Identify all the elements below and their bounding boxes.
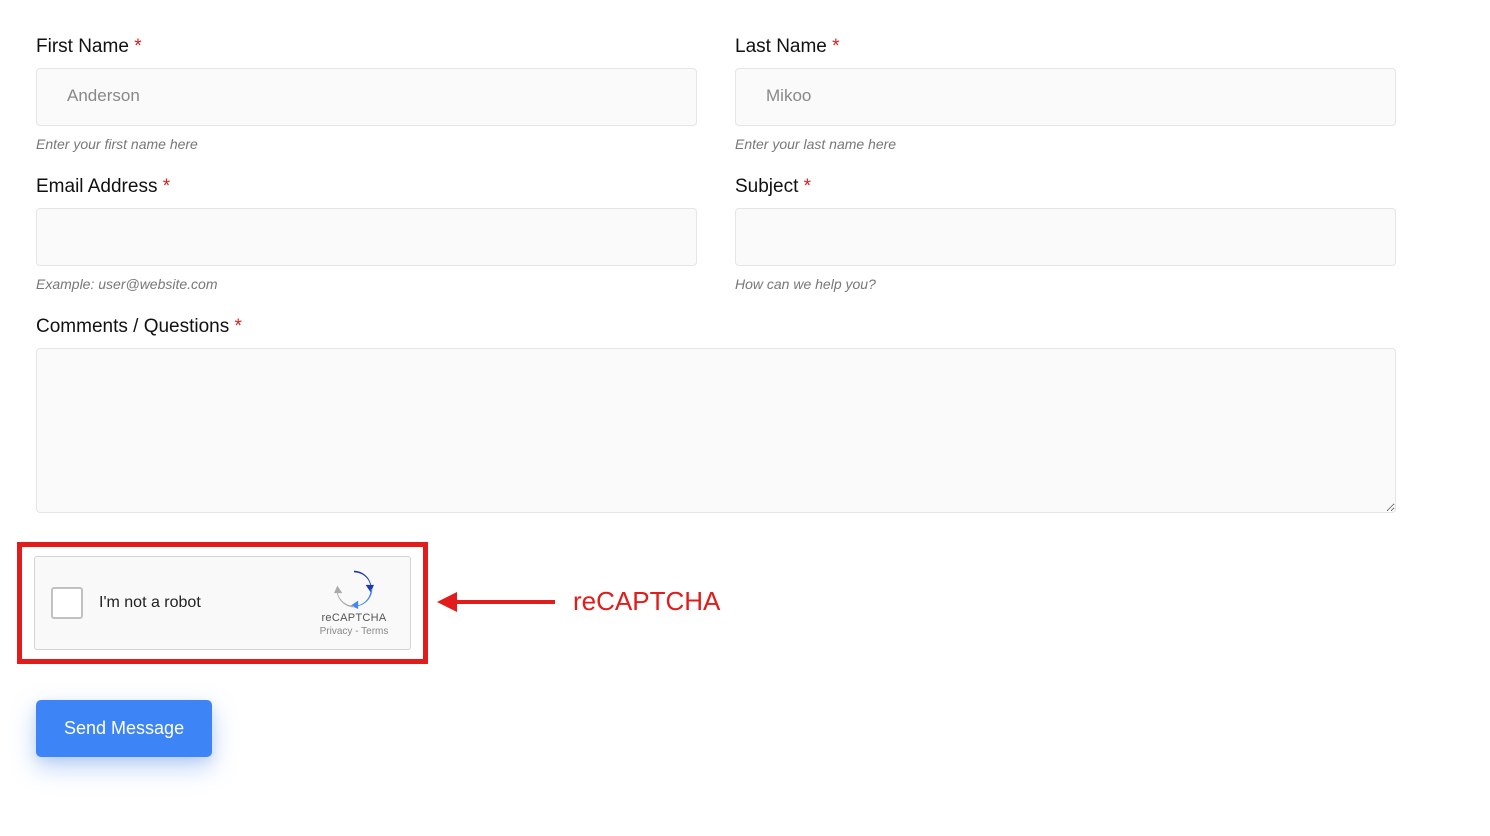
annotation-text: reCAPTCHA [573,586,720,617]
subject-label-text: Subject [735,176,798,197]
recaptcha-privacy-link[interactable]: Privacy [320,626,353,637]
last-name-input[interactable] [735,68,1396,126]
field-last-name: Last Name * Enter your last name here [735,36,1396,152]
recaptcha-widget: I'm not a robot reCAPTCHA Privacy - Term… [34,556,411,650]
email-label-text: Email Address [36,176,157,197]
contact-form: First Name * Enter your first name here … [36,36,1396,757]
first-name-input[interactable] [36,68,697,126]
subject-input[interactable] [735,208,1396,266]
recaptcha-label: I'm not a robot [99,594,314,612]
required-asterisk: * [235,316,242,337]
send-message-button[interactable]: Send Message [36,700,212,757]
recaptcha-branding: reCAPTCHA Privacy - Terms [314,569,394,637]
required-asterisk: * [134,36,141,57]
recaptcha-brand-text: reCAPTCHA [321,612,386,624]
last-name-help: Enter your last name here [735,136,1396,152]
required-asterisk: * [163,176,170,197]
first-name-label-text: First Name [36,36,129,57]
last-name-label: Last Name * [735,36,1396,58]
comments-label: Comments / Questions * [36,316,1396,338]
last-name-label-text: Last Name [735,36,827,57]
field-subject: Subject * How can we help you? [735,176,1396,292]
recaptcha-links: Privacy - Terms [320,626,389,637]
recaptcha-terms-link[interactable]: Terms [361,626,388,637]
comments-label-text: Comments / Questions [36,316,229,337]
arrow-head-icon [437,592,457,612]
email-label: Email Address * [36,176,697,198]
required-asterisk: * [832,36,839,57]
subject-help: How can we help you? [735,276,1396,292]
email-input[interactable] [36,208,697,266]
recaptcha-separator: - [352,626,361,637]
field-first-name: First Name * Enter your first name here [36,36,697,152]
arrow-line [455,600,555,604]
first-name-label: First Name * [36,36,697,58]
form-row-comments: Comments / Questions * [36,316,1396,518]
recaptcha-icon [334,569,374,609]
subject-label: Subject * [735,176,1396,198]
comments-textarea[interactable] [36,348,1396,513]
email-help: Example: user@website.com [36,276,697,292]
field-email: Email Address * Example: user@website.co… [36,176,697,292]
first-name-help: Enter your first name here [36,136,697,152]
form-row-name: First Name * Enter your first name here … [36,36,1396,152]
recaptcha-area: I'm not a robot reCAPTCHA Privacy - Term… [17,542,428,664]
form-row-contact: Email Address * Example: user@website.co… [36,176,1396,292]
recaptcha-highlight-box: I'm not a robot reCAPTCHA Privacy - Term… [17,542,428,664]
recaptcha-checkbox[interactable] [51,587,83,619]
required-asterisk: * [804,176,811,197]
annotation-arrow: reCAPTCHA [455,586,720,617]
field-comments: Comments / Questions * [36,316,1396,518]
